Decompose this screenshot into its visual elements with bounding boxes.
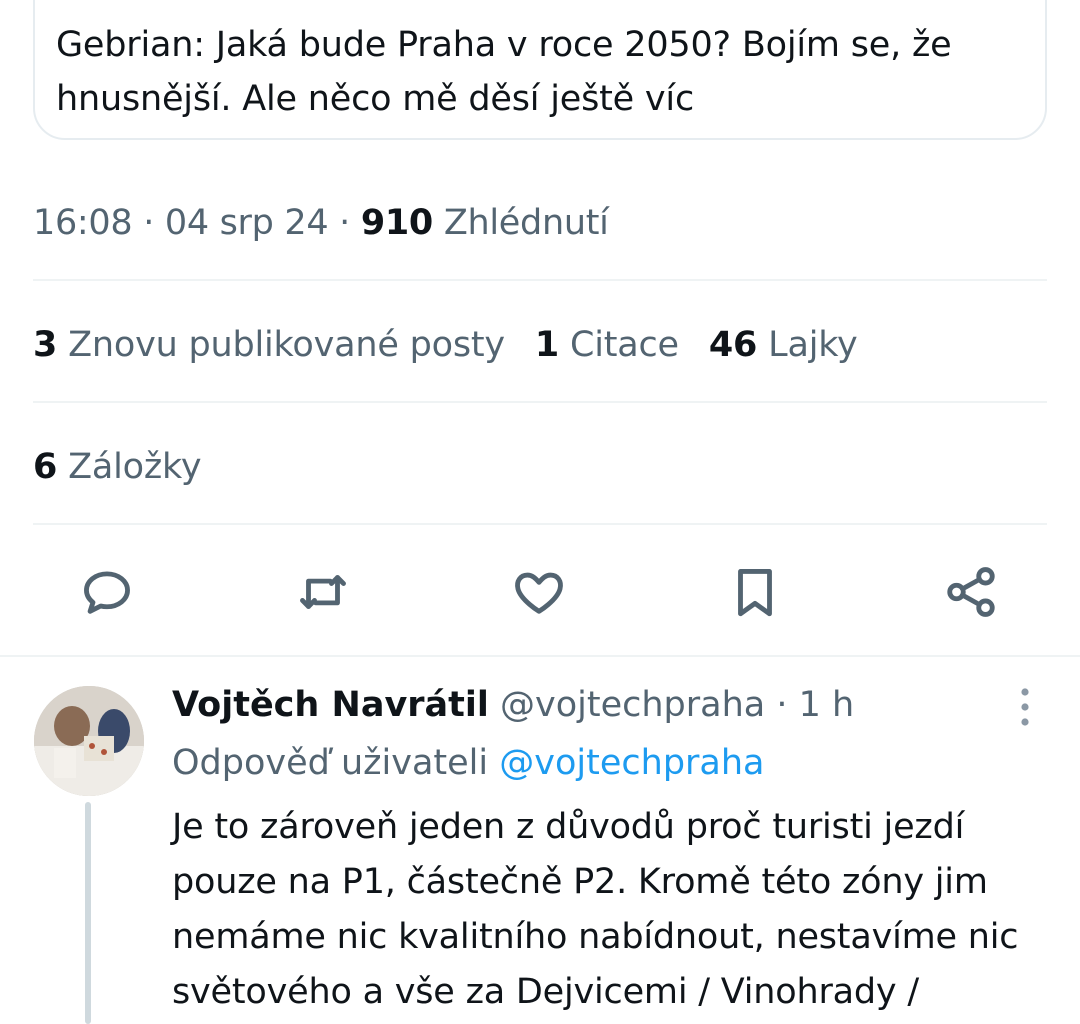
reply-to-label: Odpověď uživateli — [172, 743, 489, 783]
bookmarks-label: Záložky — [68, 447, 202, 487]
avatar[interactable] — [34, 686, 144, 796]
likes-count: 46 — [708, 325, 758, 365]
author-name[interactable]: Vojtěch Navrátil — [172, 685, 489, 725]
reposts-label: Znovu publikované posty — [68, 325, 505, 365]
reply-time[interactable]: · 1 h — [765, 685, 854, 725]
bookmarks-stat[interactable]: 6 Záložky — [33, 442, 202, 492]
reply-text: Je to zároveň jeden z důvodů proč turist… — [172, 807, 1019, 1012]
quotes-label: Citace — [569, 325, 679, 365]
likes-stat[interactable]: 46 Lajky — [709, 320, 858, 370]
meta-separator: · — [328, 203, 361, 243]
post-date: 04 srp 24 — [164, 203, 329, 243]
meta-separator: · — [132, 203, 165, 243]
like-button[interactable] — [509, 562, 569, 622]
reposts-count: 3 — [33, 325, 58, 365]
views-label: Zhlédnutí — [443, 203, 609, 243]
bookmark-icon — [738, 569, 772, 617]
action-bar — [0, 556, 1080, 628]
divider — [33, 401, 1047, 403]
bookmark-button[interactable] — [725, 562, 785, 622]
divider — [33, 523, 1047, 525]
repost-icon — [300, 575, 346, 609]
likes-label: Lajky — [768, 325, 858, 365]
divider — [33, 279, 1047, 281]
views-count: 910 — [360, 203, 433, 243]
thread-line — [85, 802, 91, 1024]
reposts-stat[interactable]: 3 Znovu publikované posty — [33, 320, 505, 370]
reply-to-mention[interactable]: @vojtechpraha — [499, 743, 764, 783]
post-time: 16:08 — [33, 203, 133, 243]
heart-icon — [515, 572, 563, 614]
quoted-post-text: Gebrian: Jaká bude Praha v roce 2050? Bo… — [56, 25, 952, 119]
quotes-count: 1 — [534, 325, 560, 365]
engagement-stats: 3 Znovu publikované posty 1 Citace 46 Lajk… — [33, 320, 888, 370]
reply-button[interactable] — [77, 562, 137, 622]
quotes-stat[interactable]: 1 Citace — [535, 320, 679, 370]
repost-button[interactable] — [293, 562, 353, 622]
author-handle[interactable]: @vojtechpraha — [500, 685, 765, 725]
avatar-photo — [34, 686, 144, 796]
reply-to-line: Odpověď uživateli @vojtechpraha — [172, 738, 765, 788]
share-icon — [947, 567, 995, 617]
section-divider — [0, 655, 1080, 657]
post-meta: 16:08 · 04 srp 24 · 910 Zhlédnutí — [33, 198, 609, 248]
more-options-icon[interactable] — [1010, 686, 1040, 728]
share-button[interactable] — [941, 562, 1001, 622]
bookmark-stats: 6 Záložky — [33, 442, 231, 492]
bookmarks-count: 6 — [33, 447, 58, 487]
reply-header: Vojtěch Navrátil @vojtechpraha · 1 h — [172, 680, 854, 730]
reply-icon — [84, 571, 130, 614]
